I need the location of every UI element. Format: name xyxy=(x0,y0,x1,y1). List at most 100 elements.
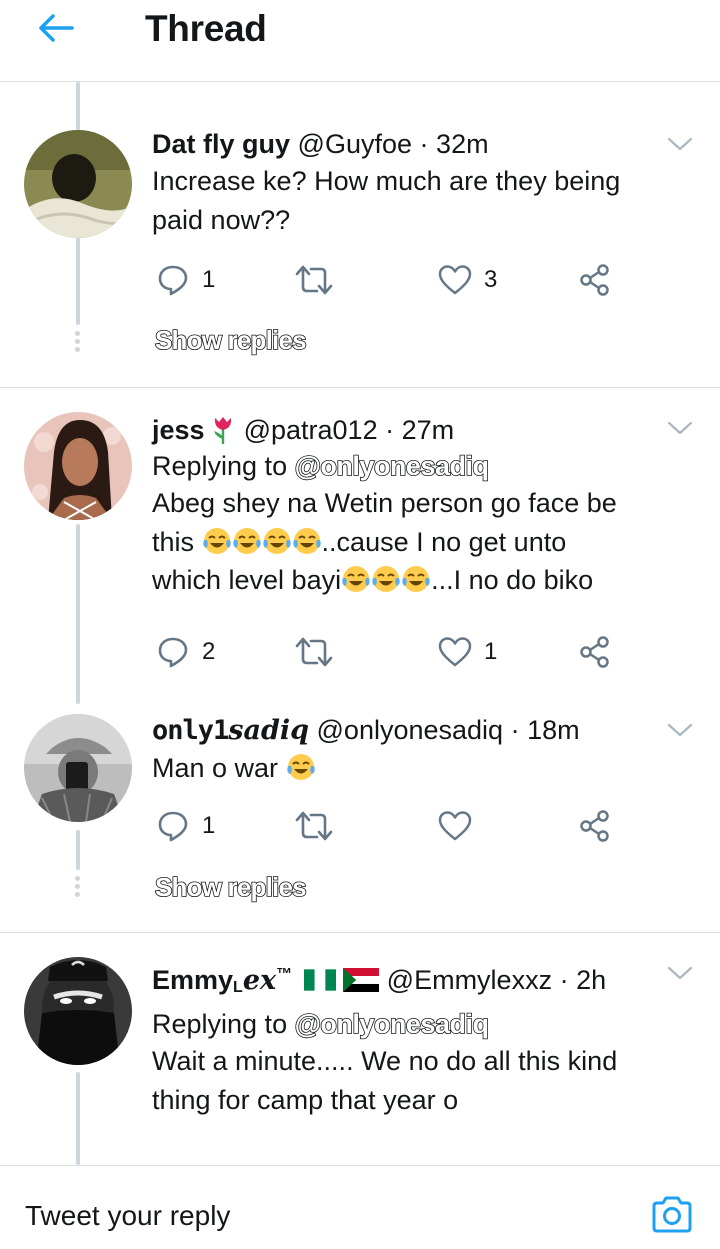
username[interactable]: @Emmylexxz xyxy=(387,965,552,995)
heart-icon xyxy=(438,811,472,841)
like-button[interactable]: 1 xyxy=(438,630,497,674)
tweet-text: Man o war xyxy=(152,749,680,788)
separator-dot: · xyxy=(419,129,429,159)
avatar[interactable] xyxy=(24,957,132,1065)
timestamp[interactable]: 2h xyxy=(576,965,606,995)
separator-dot: · xyxy=(510,715,520,745)
retweet-icon xyxy=(295,811,333,841)
chevron-down-icon[interactable] xyxy=(666,963,694,983)
tweet-content: Dat fly guy @Guyfoe · 32m Increase ke? H… xyxy=(152,126,680,239)
retweet-button[interactable] xyxy=(294,258,334,302)
tears-of-joy-emoji-icon xyxy=(402,566,430,592)
tears-of-joy-emoji-icon xyxy=(372,566,400,592)
reply-button[interactable]: 1 xyxy=(156,804,215,848)
replying-to-label: Replying to xyxy=(152,451,288,481)
tweet-content: EmmyLex™ @Emmylexxz · 2h Replying to @on… xyxy=(152,957,680,1119)
tears-of-joy-emoji-icon xyxy=(286,754,315,780)
chevron-down-icon[interactable] xyxy=(666,720,694,740)
retweet-icon xyxy=(295,265,333,295)
laughing-emoji-group xyxy=(341,565,431,595)
tweet-actions: 1 xyxy=(152,804,672,848)
back-button[interactable] xyxy=(34,8,78,48)
tweet-text: Wait a minute..... We no do all this kin… xyxy=(152,1042,680,1119)
tweet-divider xyxy=(0,387,720,388)
tears-of-joy-emoji-icon xyxy=(232,527,261,554)
retweet-button[interactable] xyxy=(294,630,334,674)
display-name-part: ™ xyxy=(276,966,293,983)
thread-line xyxy=(76,524,80,704)
reply-count: 2 xyxy=(202,638,216,665)
tweet-divider xyxy=(0,932,720,933)
like-button[interactable]: 3 xyxy=(438,258,497,302)
reply-button[interactable]: 1 xyxy=(156,258,215,302)
tweet-text-line: Man o war xyxy=(152,753,279,783)
chevron-down-icon[interactable] xyxy=(666,418,694,438)
heart-icon xyxy=(438,637,472,667)
thread-more-dots xyxy=(75,331,81,355)
timestamp[interactable]: 27m xyxy=(402,415,455,445)
share-icon xyxy=(580,810,609,842)
arrow-left-icon xyxy=(39,14,74,42)
display-name[interactable]: jess xyxy=(152,415,205,445)
tweet-actions: 2 1 xyxy=(152,630,672,674)
mention-link[interactable]: @onlyonesadiq xyxy=(294,1008,490,1040)
timestamp[interactable]: 18m xyxy=(527,715,580,745)
display-name[interactable]: only1sadiq xyxy=(152,715,309,746)
heart-icon xyxy=(438,265,472,295)
display-name-part: only1 xyxy=(152,715,229,746)
tweet-text: Increase ke? How much are they being pai… xyxy=(152,162,680,239)
tweet-header-line: jess @patra012 · 27m xyxy=(152,412,680,448)
avatar[interactable] xyxy=(24,130,132,238)
replying-to-line: Replying to @onlyonesadiq xyxy=(152,448,680,484)
tweet-text-fragment: this xyxy=(152,526,195,557)
thread-more-dots xyxy=(75,876,81,900)
show-replies-link[interactable]: Show replies xyxy=(154,871,307,903)
show-replies-link[interactable]: Show replies xyxy=(154,324,307,356)
sudan-flag-icon xyxy=(343,968,380,992)
reply-count: 1 xyxy=(202,266,216,293)
display-name-part: Emmy xyxy=(152,965,234,995)
tweet-header-line: Dat fly guy @Guyfoe · 32m xyxy=(152,126,680,162)
share-button[interactable] xyxy=(578,804,612,848)
reply-icon xyxy=(158,811,188,842)
reply-input[interactable]: Tweet your reply xyxy=(25,1200,230,1232)
chevron-down-icon[interactable] xyxy=(666,134,694,154)
tweet-content: only1sadiq @onlyonesadiq · 18m Man o war xyxy=(152,712,680,788)
share-button[interactable] xyxy=(578,630,612,674)
separator-dot: · xyxy=(559,965,569,995)
display-name[interactable]: Dat fly guy xyxy=(152,129,290,159)
tears-of-joy-emoji-icon xyxy=(202,527,231,554)
tweet-content: jess @patra012 · 27m Replying to @onlyon… xyxy=(152,412,680,600)
page-title: Thread xyxy=(145,8,267,49)
laughing-emoji-group xyxy=(202,527,322,557)
mention-link[interactable]: @onlyonesadiq xyxy=(294,450,490,482)
timestamp[interactable]: 32m xyxy=(436,129,489,159)
share-icon xyxy=(580,264,609,296)
avatar[interactable] xyxy=(24,412,132,520)
tweet-text-line: this ..cause I no get unto xyxy=(152,523,680,562)
retweet-icon xyxy=(295,637,333,667)
camera-button[interactable] xyxy=(650,1194,694,1238)
nigeria-flag-icon xyxy=(303,969,336,991)
like-count: 3 xyxy=(484,266,498,293)
separator-dot: · xyxy=(385,415,395,445)
tulip-emoji-icon xyxy=(214,417,232,444)
reply-button[interactable]: 2 xyxy=(156,630,215,674)
username[interactable]: @onlyonesadiq xyxy=(317,715,504,745)
tears-of-joy-emoji-icon xyxy=(292,527,321,554)
tweet-text-fragment: ..cause I no get unto xyxy=(321,526,567,557)
like-button[interactable] xyxy=(438,804,472,848)
username[interactable]: @patra012 xyxy=(244,415,378,445)
reply-icon xyxy=(158,265,188,296)
tweet-text-line: paid now?? xyxy=(152,204,291,235)
username[interactable]: @Guyfoe xyxy=(298,129,412,159)
display-name[interactable]: EmmyLex™ xyxy=(152,965,293,996)
avatar[interactable] xyxy=(24,714,132,822)
reply-composer: Tweet your reply xyxy=(0,1165,720,1249)
display-name-part: sadiq xyxy=(228,715,309,746)
share-button[interactable] xyxy=(578,258,612,302)
camera-icon xyxy=(652,1196,692,1233)
share-icon xyxy=(580,636,609,668)
retweet-button[interactable] xyxy=(294,804,334,848)
display-name-part: L xyxy=(233,979,243,996)
